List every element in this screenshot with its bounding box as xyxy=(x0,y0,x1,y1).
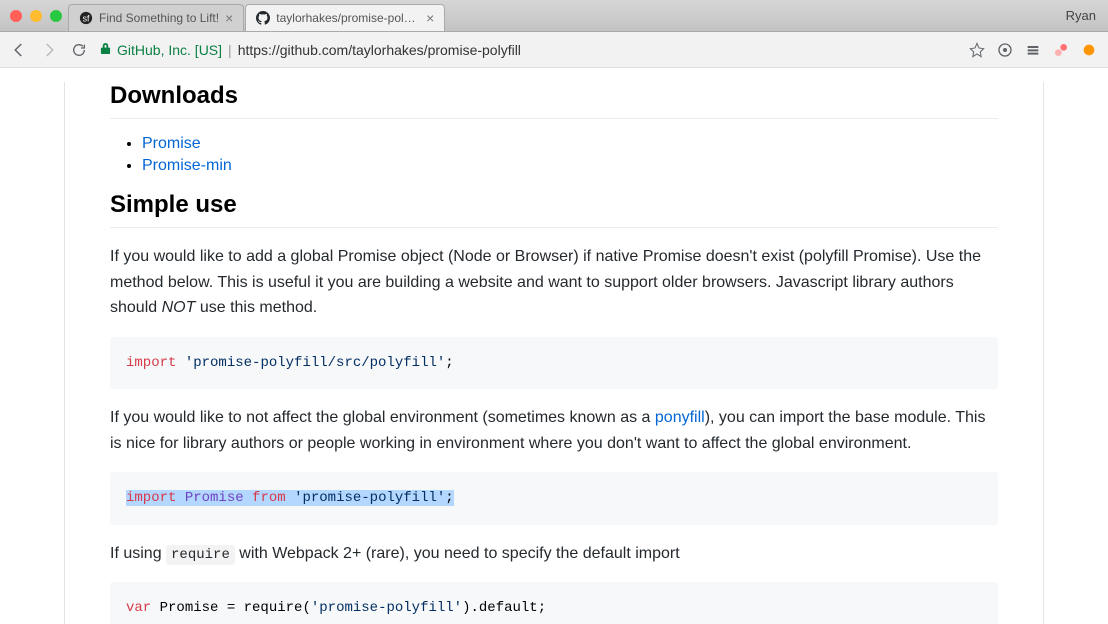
ext-icon-4[interactable] xyxy=(1080,41,1098,59)
downloads-list: Promise Promise-min xyxy=(110,135,998,175)
tab-active[interactable]: taylorhakes/promise-polyfill: L × xyxy=(245,4,445,31)
download-link-promise[interactable]: Promise xyxy=(142,135,201,152)
paragraph-ponyfill: If you would like to not affect the glob… xyxy=(110,405,998,456)
close-tab-icon[interactable]: × xyxy=(426,10,434,26)
code-block-require[interactable]: var Promise = require('promise-polyfill'… xyxy=(110,582,998,624)
inline-code-require: require xyxy=(166,545,235,565)
profile-name: Ryan xyxy=(1066,8,1096,23)
page-content[interactable]: Downloads Promise Promise-min Simple use… xyxy=(0,68,1108,624)
tab-inactive[interactable]: sf Find Something to Lift! × xyxy=(68,4,244,31)
traffic-lights xyxy=(10,10,62,22)
tab-title: taylorhakes/promise-polyfill: L xyxy=(276,11,420,25)
bookmark-star-icon[interactable] xyxy=(968,41,986,59)
github-favicon-icon xyxy=(256,11,270,25)
site-origin: GitHub, Inc. [US] xyxy=(117,42,222,58)
url-text: https://github.com/taylorhakes/promise-p… xyxy=(238,42,521,58)
code-block-import-promise[interactable]: import Promise from 'promise-polyfill'; xyxy=(110,472,998,524)
minimize-window-button[interactable] xyxy=(30,10,42,22)
close-tab-icon[interactable]: × xyxy=(225,10,233,26)
maximize-window-button[interactable] xyxy=(50,10,62,22)
site-favicon-icon: sf xyxy=(79,11,93,25)
reload-button[interactable] xyxy=(70,41,88,59)
browser-toolbar: GitHub, Inc. [US] | https://github.com/t… xyxy=(0,32,1108,68)
ponyfill-link[interactable]: ponyfill xyxy=(655,409,705,426)
paragraph-require: If using require with Webpack 2+ (rare),… xyxy=(110,541,998,567)
forward-button[interactable] xyxy=(40,41,58,59)
close-window-button[interactable] xyxy=(10,10,22,22)
lock-icon xyxy=(100,42,111,58)
ext-icon-2[interactable] xyxy=(1024,41,1042,59)
heading-downloads: Downloads xyxy=(110,82,998,119)
tab-strip: sf Find Something to Lift! × taylorhakes… xyxy=(68,4,446,31)
svg-text:sf: sf xyxy=(83,14,90,24)
back-button[interactable] xyxy=(10,41,28,59)
address-bar[interactable]: GitHub, Inc. [US] | https://github.com/t… xyxy=(100,42,956,58)
ext-icon-3[interactable] xyxy=(1052,41,1070,59)
list-item: Promise-min xyxy=(142,157,998,175)
readme-body: Downloads Promise Promise-min Simple use… xyxy=(64,82,1044,624)
download-link-promise-min[interactable]: Promise-min xyxy=(142,157,232,174)
ext-icon-1[interactable] xyxy=(996,41,1014,59)
list-item: Promise xyxy=(142,135,998,153)
tab-title: Find Something to Lift! xyxy=(99,11,219,25)
paragraph-polyfill-intro: If you would like to add a global Promis… xyxy=(110,244,998,321)
toolbar-right xyxy=(968,41,1098,59)
window-titlebar: sf Find Something to Lift! × taylorhakes… xyxy=(0,0,1108,32)
heading-simple-use: Simple use xyxy=(110,191,998,228)
code-block-polyfill[interactable]: import 'promise-polyfill/src/polyfill'; xyxy=(110,337,998,389)
